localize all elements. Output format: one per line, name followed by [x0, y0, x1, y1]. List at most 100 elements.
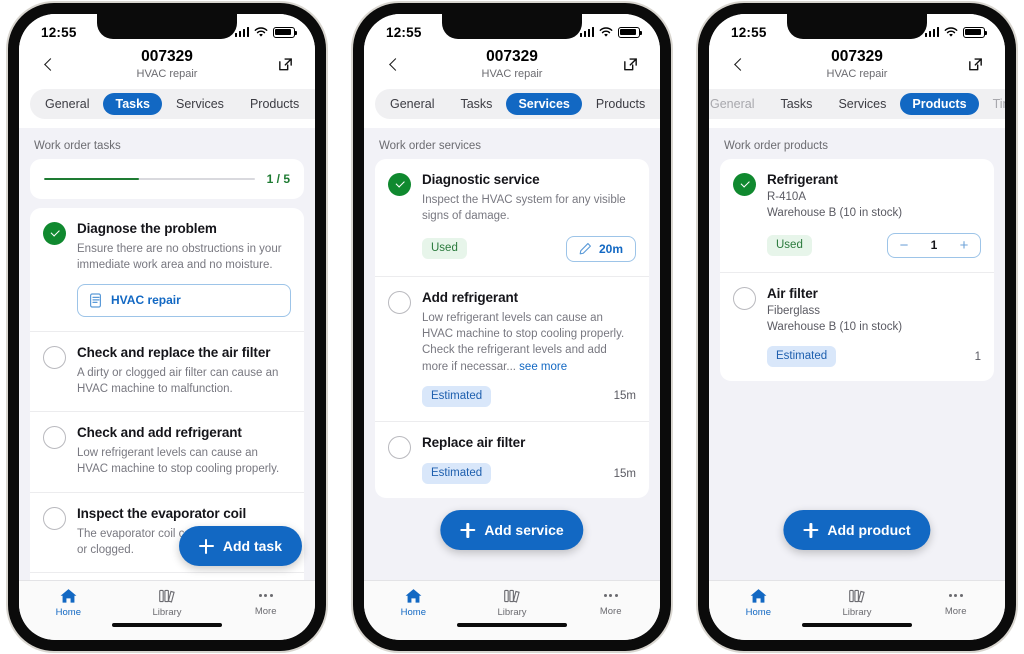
- tab-tasks[interactable]: Tasks: [103, 92, 162, 116]
- check-icon: [395, 178, 404, 188]
- tab-tasks[interactable]: Tasks: [768, 93, 824, 116]
- tab-strip-container[interactable]: General Tasks Services Products Timeline: [19, 89, 315, 129]
- wifi-icon: [254, 26, 268, 37]
- three-phone-mockup-stage: 12:55 007329 HVAC repair General Tasks S…: [0, 0, 1024, 654]
- bottom-nav-label-home: Home: [745, 607, 771, 618]
- product-checkbox[interactable]: [733, 286, 756, 310]
- service-title: Add refrigerant: [422, 289, 519, 305]
- tab-products[interactable]: Products: [584, 93, 657, 116]
- open-external-button[interactable]: [272, 52, 298, 78]
- plus-icon: [460, 522, 476, 538]
- add-task-button[interactable]: Add task: [178, 526, 302, 566]
- library-icon: [503, 589, 520, 603]
- battery-icon: [273, 26, 297, 38]
- service-title: Diagnostic service: [422, 172, 540, 188]
- bottom-nav-item-library[interactable]: Library: [118, 588, 217, 618]
- tab-services[interactable]: Services: [164, 93, 236, 116]
- tab-tasks[interactable]: Tasks: [448, 93, 504, 116]
- tab-timeline[interactable]: Timeline: [981, 93, 1005, 116]
- stepper-increment-button[interactable]: +: [950, 238, 978, 253]
- page-title: 007329: [141, 48, 193, 65]
- status-indicators: [234, 26, 297, 38]
- task-checkbox[interactable]: [43, 345, 66, 369]
- task-checkbox-done[interactable]: [43, 222, 66, 246]
- product-meta-row: Estimated 1: [767, 346, 981, 368]
- add-product-label: Add product: [827, 522, 911, 538]
- tab-services[interactable]: Services: [506, 92, 582, 116]
- page-title: 007329: [831, 48, 883, 65]
- edit-duration-button[interactable]: 20m: [565, 235, 636, 262]
- tab-general[interactable]: General: [709, 93, 766, 116]
- task-checkbox[interactable]: [43, 426, 66, 450]
- status-badge: Used: [422, 238, 467, 260]
- task-body: Diagnose the problem Ensure there are no…: [77, 221, 291, 317]
- tab-strip[interactable]: General Tasks Services Products Timeline: [30, 89, 315, 120]
- tab-strip-container[interactable]: General Tasks Services Products Timeline: [709, 89, 1005, 129]
- back-button[interactable]: [36, 52, 62, 78]
- battery-icon: [618, 26, 642, 38]
- add-service-label: Add service: [484, 522, 564, 538]
- progress-count: 1 / 5: [266, 172, 290, 187]
- table-row[interactable]: Diagnose the problem Ensure there are no…: [30, 208, 304, 331]
- tab-timeline[interactable]: Timeline: [313, 93, 315, 116]
- tab-strip[interactable]: General Tasks Services Products Timeline: [375, 89, 660, 120]
- table-row[interactable]: Check and replace the air filter A dirty…: [30, 330, 304, 412]
- task-attachment-button[interactable]: HVAC repair: [77, 283, 291, 317]
- task-body: Check and replace the air filter A dirty…: [77, 345, 291, 398]
- nav-title-group: 007329 HVAC repair: [752, 48, 962, 81]
- products-content: Work order products Refrigerant R-410A W…: [709, 128, 1005, 580]
- bottom-nav-item-more[interactable]: More: [561, 588, 660, 618]
- bottom-nav[interactable]: Home Library More: [364, 580, 660, 620]
- bottom-nav-item-home[interactable]: Home: [709, 588, 808, 618]
- table-row[interactable]: Add refrigerant Low refrigerant levels c…: [375, 275, 649, 421]
- tab-general[interactable]: General: [378, 93, 446, 116]
- task-title: Inspect the evaporator coil: [77, 505, 247, 521]
- bottom-nav-label-library: Library: [152, 607, 182, 618]
- bottom-nav-item-more[interactable]: More: [906, 588, 1005, 618]
- more-ellipsis-icon: [258, 588, 273, 603]
- bottom-nav[interactable]: Home Library More: [709, 580, 1005, 620]
- bottom-nav-item-more[interactable]: More: [216, 588, 315, 618]
- plus-icon: [803, 522, 819, 538]
- bottom-nav[interactable]: Home Library More: [19, 580, 315, 620]
- tab-timeline[interactable]: Timeline: [659, 93, 660, 116]
- tasks-content: Work order tasks 1 / 5 Diagnose the prob…: [19, 128, 315, 580]
- phone-services: 12:55 007329 HVAC repair General Tasks S…: [353, 3, 671, 651]
- tab-products[interactable]: Products: [238, 93, 311, 116]
- table-row[interactable]: Refrigerant R-410A Warehouse B (10 in st…: [720, 159, 994, 272]
- battery-icon: [963, 26, 987, 38]
- table-row[interactable]: Inspect the compressor Inspect the compr…: [30, 572, 304, 580]
- bottom-nav-item-home[interactable]: Home: [364, 588, 463, 618]
- open-external-button[interactable]: [617, 52, 643, 78]
- add-service-button[interactable]: Add service: [440, 510, 584, 550]
- service-checkbox[interactable]: [388, 436, 411, 460]
- bottom-nav-item-home[interactable]: Home: [19, 588, 118, 618]
- bottom-nav-item-library[interactable]: Library: [808, 588, 907, 618]
- back-button[interactable]: [726, 52, 752, 78]
- table-row[interactable]: Air filter Fiberglass Warehouse B (10 in…: [720, 271, 994, 382]
- tab-strip-container[interactable]: General Tasks Services Products Timeline: [364, 89, 660, 129]
- task-checkbox[interactable]: [43, 506, 66, 530]
- table-row[interactable]: Diagnostic service Inspect the HVAC syst…: [375, 159, 649, 276]
- task-description: A dirty or clogged air filter can cause …: [77, 366, 279, 395]
- bottom-nav-item-library[interactable]: Library: [463, 588, 562, 618]
- tab-general[interactable]: General: [33, 93, 101, 116]
- section-label-services: Work order services: [379, 140, 482, 153]
- stepper-decrement-button[interactable]: −: [890, 238, 918, 253]
- open-external-icon: [278, 58, 292, 71]
- back-button[interactable]: [381, 52, 407, 78]
- see-more-link[interactable]: see more: [519, 361, 567, 373]
- tab-products[interactable]: Products: [900, 92, 979, 116]
- service-checkbox[interactable]: [388, 290, 411, 314]
- more-ellipsis-icon: [948, 588, 963, 603]
- add-product-button[interactable]: Add product: [783, 510, 931, 550]
- service-checkbox-done[interactable]: [388, 173, 411, 197]
- open-external-button[interactable]: [962, 52, 988, 78]
- product-checkbox-done[interactable]: [733, 173, 756, 197]
- table-row[interactable]: Replace air filter Estimated 15m: [375, 421, 649, 498]
- quantity-stepper[interactable]: − 1 +: [887, 232, 981, 258]
- tab-services[interactable]: Services: [826, 93, 898, 116]
- table-row[interactable]: Check and add refrigerant Low refrigeran…: [30, 411, 304, 492]
- tab-strip[interactable]: General Tasks Services Products Timeline: [709, 89, 1005, 120]
- bottom-nav-label-more: More: [599, 606, 622, 617]
